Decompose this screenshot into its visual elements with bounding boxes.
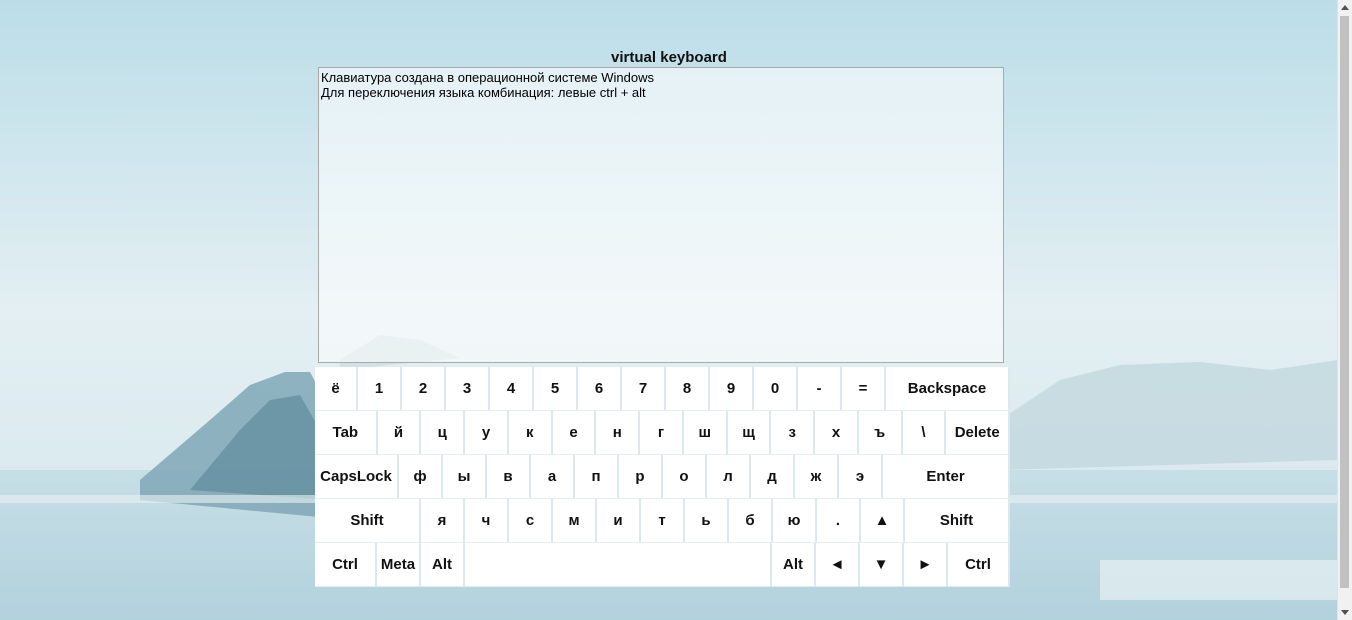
key-0[interactable]: 0: [754, 367, 798, 411]
key-semicolon[interactable]: ж: [795, 455, 839, 499]
key-g[interactable]: п: [575, 455, 619, 499]
key-alt-left[interactable]: Alt: [421, 543, 465, 587]
key-arrow-right[interactable]: ►: [904, 543, 948, 587]
key-c[interactable]: с: [509, 499, 553, 543]
key-slash[interactable]: .: [817, 499, 861, 543]
key-6[interactable]: 6: [578, 367, 622, 411]
key-x[interactable]: ч: [465, 499, 509, 543]
key-f[interactable]: а: [531, 455, 575, 499]
key-e[interactable]: у: [465, 411, 509, 455]
key-p[interactable]: з: [771, 411, 816, 455]
key-i[interactable]: ш: [683, 411, 728, 455]
key-backspace[interactable]: Backspace: [886, 367, 1010, 411]
page-title: virtual keyboard: [611, 49, 727, 66]
key-z[interactable]: я: [421, 499, 465, 543]
key-1[interactable]: 1: [358, 367, 402, 411]
key-backslash[interactable]: \: [902, 411, 947, 455]
key-tab[interactable]: Tab: [315, 411, 378, 455]
key-capslock[interactable]: CapsLock: [315, 455, 399, 499]
key-arrow-up[interactable]: ▲: [861, 499, 905, 543]
key-q[interactable]: й: [377, 411, 422, 455]
scroll-down-icon[interactable]: [1341, 610, 1349, 615]
key-s[interactable]: ы: [443, 455, 487, 499]
key-arrow-left[interactable]: ◄: [816, 543, 860, 587]
key-ctrl-right[interactable]: Ctrl: [948, 543, 1010, 587]
key-h[interactable]: р: [619, 455, 663, 499]
key-5[interactable]: 5: [534, 367, 578, 411]
key-m[interactable]: ь: [685, 499, 729, 543]
scroll-up-icon[interactable]: [1341, 5, 1349, 10]
key-quote[interactable]: э: [839, 455, 883, 499]
keyboard-row-5: Ctrl Meta Alt Alt ◄ ▼ ► Ctrl: [315, 543, 1010, 587]
key-comma[interactable]: б: [729, 499, 773, 543]
key-bracket-left[interactable]: х: [815, 411, 859, 455]
key-7[interactable]: 7: [622, 367, 666, 411]
key-minus[interactable]: -: [798, 367, 842, 411]
key-l[interactable]: д: [751, 455, 795, 499]
key-j[interactable]: о: [663, 455, 707, 499]
key-b[interactable]: и: [597, 499, 641, 543]
key-2[interactable]: 2: [402, 367, 446, 411]
keyboard-row-1: ё 1 2 3 4 5 6 7 8 9 0 - = Backspace: [315, 367, 1010, 411]
key-equal[interactable]: =: [842, 367, 886, 411]
key-space[interactable]: [465, 543, 772, 587]
scroll-thumb[interactable]: [1340, 16, 1349, 588]
key-bracket-right[interactable]: ъ: [858, 411, 903, 455]
key-d[interactable]: в: [487, 455, 531, 499]
key-period[interactable]: ю: [773, 499, 817, 543]
key-v[interactable]: м: [553, 499, 597, 543]
text-input-area[interactable]: Клавиатура создана в операционной систем…: [318, 67, 1004, 363]
vertical-scrollbar[interactable]: [1337, 0, 1352, 620]
key-delete[interactable]: Delete: [946, 411, 1011, 455]
keyboard-row-4: Shift я ч с м и т ь б ю . ▲ Shift: [315, 499, 1010, 543]
key-shift-right[interactable]: Shift: [905, 499, 1010, 543]
key-y[interactable]: н: [596, 411, 641, 455]
key-backquote[interactable]: ё: [315, 367, 358, 411]
keyboard-row-2: Tab й ц у к е н г ш щ з х ъ \ Delete: [315, 411, 1011, 455]
keyboard-row-3: CapsLock ф ы в а п р о л д ж э Enter: [315, 455, 1010, 499]
key-enter[interactable]: Enter: [883, 455, 1010, 499]
key-9[interactable]: 9: [710, 367, 754, 411]
key-3[interactable]: 3: [446, 367, 490, 411]
key-meta[interactable]: Meta: [377, 543, 421, 587]
virtual-keyboard: ё 1 2 3 4 5 6 7 8 9 0 - = Backspace Tab …: [315, 367, 1011, 587]
key-k[interactable]: л: [707, 455, 751, 499]
key-4[interactable]: 4: [490, 367, 534, 411]
key-a[interactable]: ф: [399, 455, 443, 499]
key-u[interactable]: г: [640, 411, 684, 455]
key-ctrl-left[interactable]: Ctrl: [315, 543, 377, 587]
key-alt-right[interactable]: Alt: [772, 543, 816, 587]
key-o[interactable]: щ: [727, 411, 772, 455]
key-arrow-down[interactable]: ▼: [860, 543, 904, 587]
key-w[interactable]: ц: [421, 411, 466, 455]
key-n[interactable]: т: [641, 499, 685, 543]
key-shift-left[interactable]: Shift: [315, 499, 421, 543]
key-8[interactable]: 8: [666, 367, 710, 411]
key-t[interactable]: е: [552, 411, 597, 455]
key-r[interactable]: к: [508, 411, 553, 455]
